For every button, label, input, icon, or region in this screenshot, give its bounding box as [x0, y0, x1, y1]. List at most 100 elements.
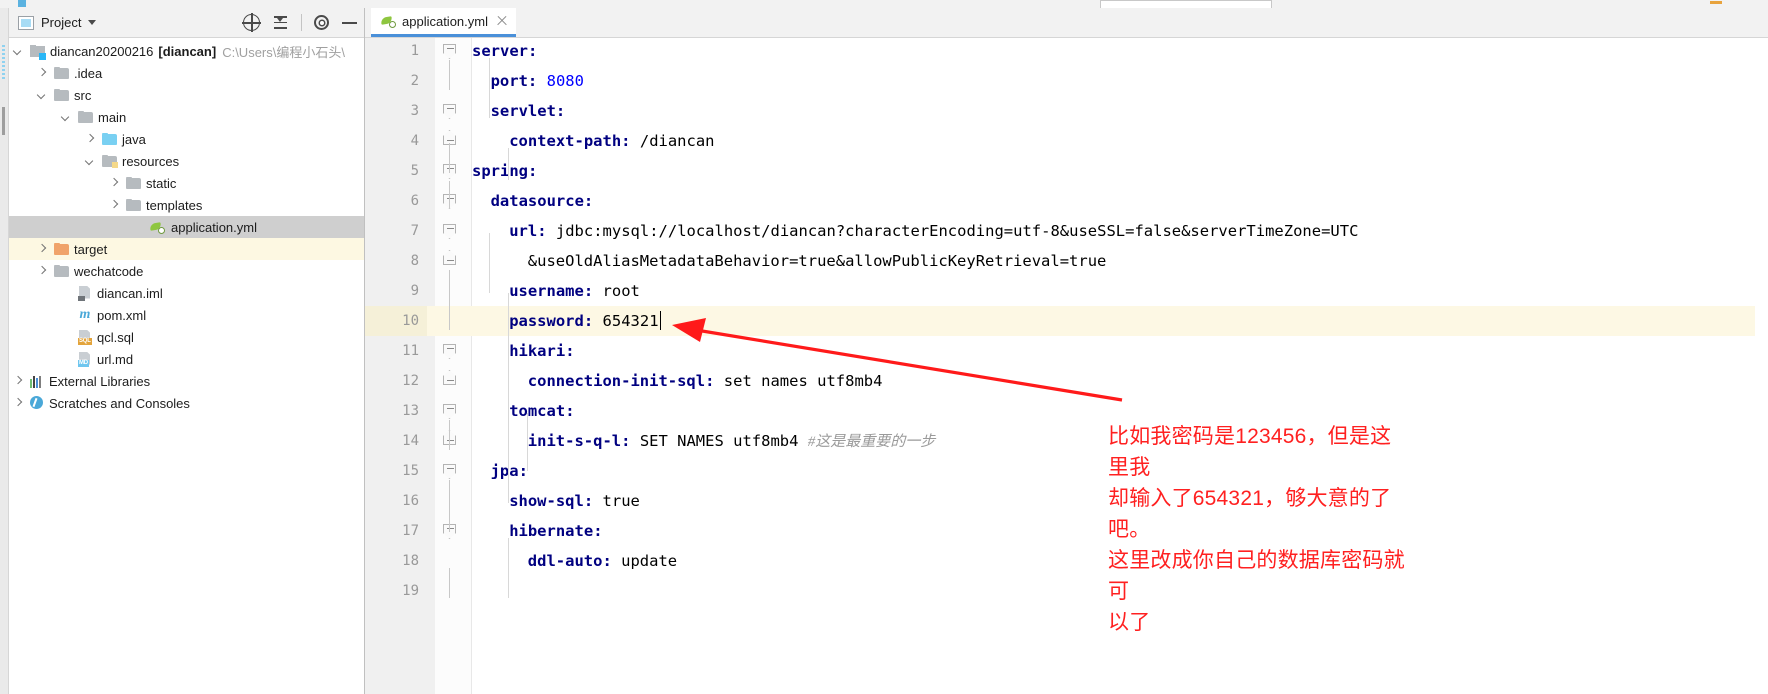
code-line[interactable]: 6 datasource:: [365, 186, 1768, 216]
code-fold-toggle[interactable]: [443, 344, 456, 353]
yaml-key: connection-init-sql: [527, 372, 706, 390]
chevron-down-icon[interactable]: [85, 156, 96, 167]
tree-item-main[interactable]: main: [9, 106, 364, 128]
close-icon[interactable]: [496, 15, 508, 27]
code-line[interactable]: 16 show-sql: true: [365, 486, 1768, 516]
tree-item-diancan20200216[interactable]: diancan20200216 [diancan] C:\Users\编程小石头\: [9, 40, 364, 62]
code-line[interactable]: 4 context-path: /diancan: [365, 126, 1768, 156]
gutter-bar: [2, 107, 5, 135]
code-line[interactable]: 11 hikari:: [365, 336, 1768, 366]
code-line[interactable]: 3 servlet:: [365, 96, 1768, 126]
code-fold-toggle[interactable]: [443, 224, 456, 233]
code-fold-toggle[interactable]: [443, 464, 456, 473]
tree-item-java[interactable]: java: [9, 128, 364, 150]
gear-icon[interactable]: [314, 15, 329, 30]
code-line[interactable]: 9 username: root: [365, 276, 1768, 306]
yaml-separator: :: [593, 522, 603, 540]
tree-item-url-md[interactable]: MD url.md: [9, 348, 364, 370]
collapse-all-icon[interactable]: [272, 14, 289, 31]
tab-application-yml[interactable]: application.yml: [371, 8, 516, 37]
tree-item-pom-xml[interactable]: m pom.xml: [9, 304, 364, 326]
code-line[interactable]: 8 &useOldAliasMetadataBehavior=true&allow…: [365, 246, 1768, 276]
code-line-text: server:: [472, 36, 537, 66]
code-fold-toggle[interactable]: [443, 256, 456, 265]
code-line[interactable]: 7 url: jdbc:mysql://localhost/diancan?cha…: [365, 216, 1768, 246]
fold-connector: [449, 480, 450, 510]
yaml-separator: :: [537, 222, 547, 240]
project-panel-header: Project: [0, 8, 364, 38]
chevron-right-icon[interactable]: [13, 376, 24, 387]
tree-item-scratches-and-consoles[interactable]: Scratches and Consoles: [9, 392, 364, 414]
code-line[interactable]: 12 connection-init-sql: set names utf8mb4: [365, 366, 1768, 396]
chevron-down-icon[interactable]: [37, 90, 48, 101]
yaml-key: init-s-q-l: [527, 432, 622, 450]
tree-item-qcl-sql[interactable]: SQL qcl.sql: [9, 326, 364, 348]
yaml-value: &useOldAliasMetadataBehavior=true&allowP…: [527, 252, 1107, 270]
crosshair-icon[interactable]: [242, 13, 261, 32]
code-line[interactable]: 5 spring:: [365, 156, 1768, 186]
chevron-right-icon[interactable]: [109, 200, 120, 211]
tree-item-wechatcode[interactable]: wechatcode: [9, 260, 364, 282]
tree-item-label: templates: [146, 197, 203, 213]
tree-item-diancan-iml[interactable]: diancan.iml: [9, 282, 364, 304]
tree-item-templates[interactable]: templates: [9, 194, 364, 216]
code-line-text: servlet:: [491, 96, 566, 126]
code-line-text: tomcat:: [509, 396, 574, 426]
code-line[interactable]: 13 tomcat:: [365, 396, 1768, 426]
chevron-right-icon[interactable]: [85, 134, 96, 145]
yaml-key: datasource: [490, 192, 584, 210]
chevron-down-icon[interactable]: [61, 112, 72, 123]
yaml-file-icon: [149, 220, 166, 234]
project-window-icon: [18, 15, 34, 30]
yaml-separator: :: [528, 162, 538, 180]
code-line-text: ddl-auto: update: [528, 546, 677, 576]
editor-scrollbar[interactable]: [1755, 46, 1768, 694]
indent-guide: [508, 293, 509, 418]
code-line-text: spring:: [472, 156, 537, 186]
external-libraries-icon: [30, 375, 44, 388]
code-line[interactable]: 15 jpa:: [365, 456, 1768, 486]
tree-item-label: .idea: [74, 65, 103, 81]
yaml-value: root: [602, 282, 640, 300]
line-number: 10: [365, 306, 427, 336]
minimize-icon[interactable]: [341, 14, 358, 31]
tree-item-src[interactable]: src: [9, 84, 364, 106]
tree-item-label: main: [98, 109, 127, 125]
chevron-down-icon[interactable]: [88, 20, 97, 25]
tree-item-static[interactable]: static: [9, 172, 364, 194]
chevron-right-icon[interactable]: [37, 244, 48, 255]
tree-item-application-yml[interactable]: application.yml: [9, 216, 364, 238]
line-number: 2: [410, 73, 419, 89]
tree-item-module-name: [diancan]: [158, 43, 217, 59]
code-line[interactable]: 19: [365, 576, 1768, 606]
line-number: 15: [402, 463, 419, 479]
tree-item-target[interactable]: target: [9, 238, 364, 260]
code-editor[interactable]: 1 server: 2 port: 8080 3 servlet: 4 context-pat…: [365, 38, 1768, 694]
code-line[interactable]: 14 init-s-q-l: SET NAMES utf8mb4 #这是最重要的一…: [365, 426, 1768, 456]
code-line[interactable]: 2 port: 8080: [365, 66, 1768, 96]
code-fold-toggle[interactable]: [443, 404, 456, 413]
line-number: 7: [410, 223, 419, 239]
code-fold-toggle[interactable]: [443, 44, 456, 53]
line-number: 19: [402, 583, 419, 599]
chevron-right-icon[interactable]: [109, 178, 120, 189]
code-line-text: context-path: /diancan: [509, 126, 714, 156]
chevron-right-icon[interactable]: [37, 68, 48, 79]
indent-guide: [527, 413, 528, 471]
chevron-right-icon[interactable]: [13, 398, 24, 409]
fold-connector: [449, 181, 450, 209]
tree-item-idea[interactable]: .idea: [9, 62, 364, 84]
code-fold-toggle[interactable]: [443, 376, 456, 385]
chevron-right-icon[interactable]: [37, 266, 48, 277]
code-fold-toggle[interactable]: [443, 104, 456, 113]
chevron-down-icon[interactable]: [13, 46, 24, 57]
markdown-file-icon: MD: [78, 351, 92, 367]
tree-item-resources[interactable]: resources: [9, 150, 364, 172]
code-line[interactable]: 18 ddl-auto: update: [365, 546, 1768, 576]
tree-item-external-libraries[interactable]: External Libraries: [9, 370, 364, 392]
code-line[interactable]: 17 hibernate:: [365, 516, 1768, 546]
code-line[interactable]: 1 server:: [365, 36, 1768, 66]
code-line[interactable]: 10 password: 654321: [365, 306, 1768, 336]
